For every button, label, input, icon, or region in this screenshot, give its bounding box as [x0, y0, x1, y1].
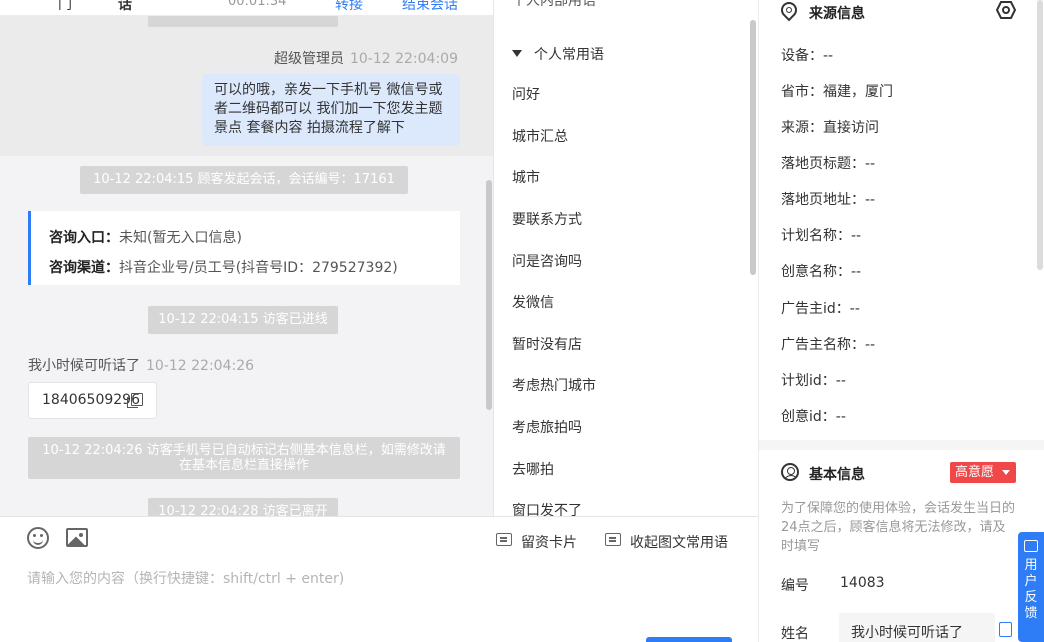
emoji-icon[interactable] [27, 527, 49, 549]
source-info-title: 来源信息 [809, 6, 865, 22]
feedback-tab[interactable]: 用户反馈 [1018, 532, 1044, 642]
source-origin: 来源：直接访问 [781, 120, 879, 136]
phrase-item[interactable]: 问好 [512, 84, 540, 104]
source-advertiser-name: 广告主名称：-- [781, 337, 876, 353]
feedback-label: 用户反馈 [1024, 558, 1038, 621]
agent-name: 超级管理员 [273, 51, 344, 67]
consult-entry-row: 咨询入口：未知(暂无入口信息) [49, 223, 442, 253]
message-icon [1024, 540, 1038, 552]
chat-icon [605, 533, 621, 546]
caret-down-icon [512, 50, 522, 57]
phrase-item[interactable]: 城市汇总 [512, 126, 568, 146]
consult-channel-label: 咨询渠道： [49, 260, 119, 276]
location-icon [777, 0, 801, 22]
phrase-item[interactable]: 问是咨询吗 [512, 251, 582, 271]
source-advertiser-id: 广告主id：-- [781, 301, 860, 317]
phrase-item[interactable]: 考虑旅拍吗 [512, 417, 582, 437]
lead-card-button[interactable]: 留资卡片 [496, 532, 577, 552]
collapse-phrases-button[interactable]: 收起图文常用语 [605, 532, 728, 552]
system-notice-session-start: 10-12 22:04:15 顾客发起会话，会话编号：17161 [80, 166, 408, 194]
send-button[interactable] [646, 637, 732, 642]
visitor-message-bubble: 18406509296 [28, 382, 157, 419]
phrase-item[interactable]: 考虑热门城市 [512, 375, 596, 395]
session-duration: 00:01:34 [228, 0, 287, 9]
visitor-name: 我小时候可听话了 [28, 358, 140, 374]
chat-panel: 门 话 00:01:34 转接 结束会话 超级管理员 10-12 22:04:09… [0, 0, 494, 516]
edit-notice: 为了保障您的使用体验，会话发生当日的24点之后，顾客信息将无法修改，请及时填写 [781, 501, 1016, 554]
image-icon[interactable] [66, 528, 88, 547]
source-landing-title: 落地页标题：-- [781, 156, 876, 172]
caret-down-icon [1002, 470, 1010, 475]
visitor-phone-text: 18406509296 [42, 392, 140, 408]
phrase-item[interactable]: 去哪拍 [512, 459, 554, 479]
visitor-message-meta: 我小时候可听话了 10-12 22:04:26 [28, 355, 254, 375]
system-notice-phone-tagged: 10-12 22:04:26 访客手机号已自动标记右侧基本信息栏，如需修改请在基… [28, 437, 460, 479]
header-left-text: 门 [58, 0, 72, 13]
source-plan-name: 计划名称：-- [781, 228, 862, 244]
phrase-group-partial[interactable]: 个人内部用语 [512, 0, 596, 10]
phrase-group-label: 个人常用语 [534, 47, 604, 63]
source-landing-url: 落地页地址：-- [781, 192, 876, 208]
chat-header: 门 话 00:01:34 转接 结束会话 [0, 0, 493, 16]
customer-info-panel: 来源信息 设备：-- 省市：福建，厦门 来源：直接访问 落地页标题：-- 落地页… [758, 0, 1044, 642]
consult-entry-value: 未知(暂无入口信息) [119, 230, 242, 246]
intent-dropdown[interactable]: 高意愿 [950, 462, 1016, 483]
source-creative-name: 创意名称：-- [781, 264, 862, 280]
chat-scrollbar[interactable] [486, 180, 492, 410]
message-input[interactable] [27, 571, 727, 587]
collapse-phrases-label: 收起图文常用语 [630, 535, 728, 551]
end-session-button[interactable]: 结束会话 [402, 0, 458, 14]
info-scrollbar[interactable] [1037, 0, 1043, 270]
system-notice-partial [148, 16, 338, 27]
phrase-item[interactable]: 发微信 [512, 292, 554, 312]
copy-icon[interactable] [999, 622, 1012, 637]
section-divider [759, 440, 1044, 450]
basic-info-title: 基本信息 [809, 467, 865, 483]
lead-card-label: 留资卡片 [521, 535, 577, 551]
source-plan-id: 计划id：-- [781, 373, 846, 389]
quick-phrases-panel: 个人内部用语 个人常用语 问好 城市汇总 城市 要联系方式 问是咨询吗 发微信 … [494, 0, 758, 516]
source-province: 省市：福建，厦门 [781, 84, 893, 100]
copy-icon[interactable] [127, 393, 143, 408]
agent-message-bubble: 可以的哦，亲发一下手机号 微信号或者二维码都可以 我们加一下您发主题景点 套餐内… [202, 74, 460, 146]
transfer-button[interactable]: 转接 [335, 0, 363, 14]
consult-entry-label: 咨询入口： [49, 230, 119, 246]
visitor-message-time: 10-12 22:04:26 [146, 358, 255, 374]
source-device: 设备：-- [781, 48, 834, 64]
phrase-item[interactable]: 窗口发不了 [512, 500, 582, 516]
card-icon [496, 533, 512, 546]
number-label: 编号 [781, 578, 809, 594]
user-icon [781, 463, 799, 481]
phrase-group-personal[interactable]: 个人常用语 [512, 44, 604, 64]
system-notice-visitor-leave: 10-12 22:04:28 访客已离开 [148, 498, 338, 516]
name-label: 姓名 [781, 626, 809, 642]
header-title: 话 [118, 0, 132, 13]
intent-label: 高意愿 [955, 465, 995, 480]
phrase-item[interactable]: 城市 [512, 167, 540, 187]
settings-icon[interactable] [996, 1, 1016, 19]
source-creative-id: 创意id：-- [781, 409, 846, 425]
consult-channel-row: 咨询渠道：抖音企业号/员工号(抖音号ID：279527392) [49, 253, 442, 283]
agent-message-time: 10-12 22:04:09 [349, 51, 458, 67]
message-composer: 留资卡片 收起图文常用语 [0, 516, 758, 642]
phrase-item[interactable]: 暂时没有店 [512, 334, 582, 354]
name-field[interactable]: 我小时候可听话了 [839, 613, 995, 642]
consult-channel-value: 抖音企业号/员工号(抖音号ID：279527392) [119, 260, 398, 276]
consult-info-card: 咨询入口：未知(暂无入口信息) 咨询渠道：抖音企业号/员工号(抖音号ID：279… [28, 211, 460, 285]
phrases-scrollbar[interactable] [750, 20, 756, 275]
phrase-item[interactable]: 要联系方式 [512, 209, 582, 229]
number-value: 14083 [840, 575, 885, 591]
system-notice-visitor-enter: 10-12 22:04:15 访客已进线 [148, 306, 338, 334]
agent-message-meta: 超级管理员 10-12 22:04:09 [274, 48, 458, 68]
